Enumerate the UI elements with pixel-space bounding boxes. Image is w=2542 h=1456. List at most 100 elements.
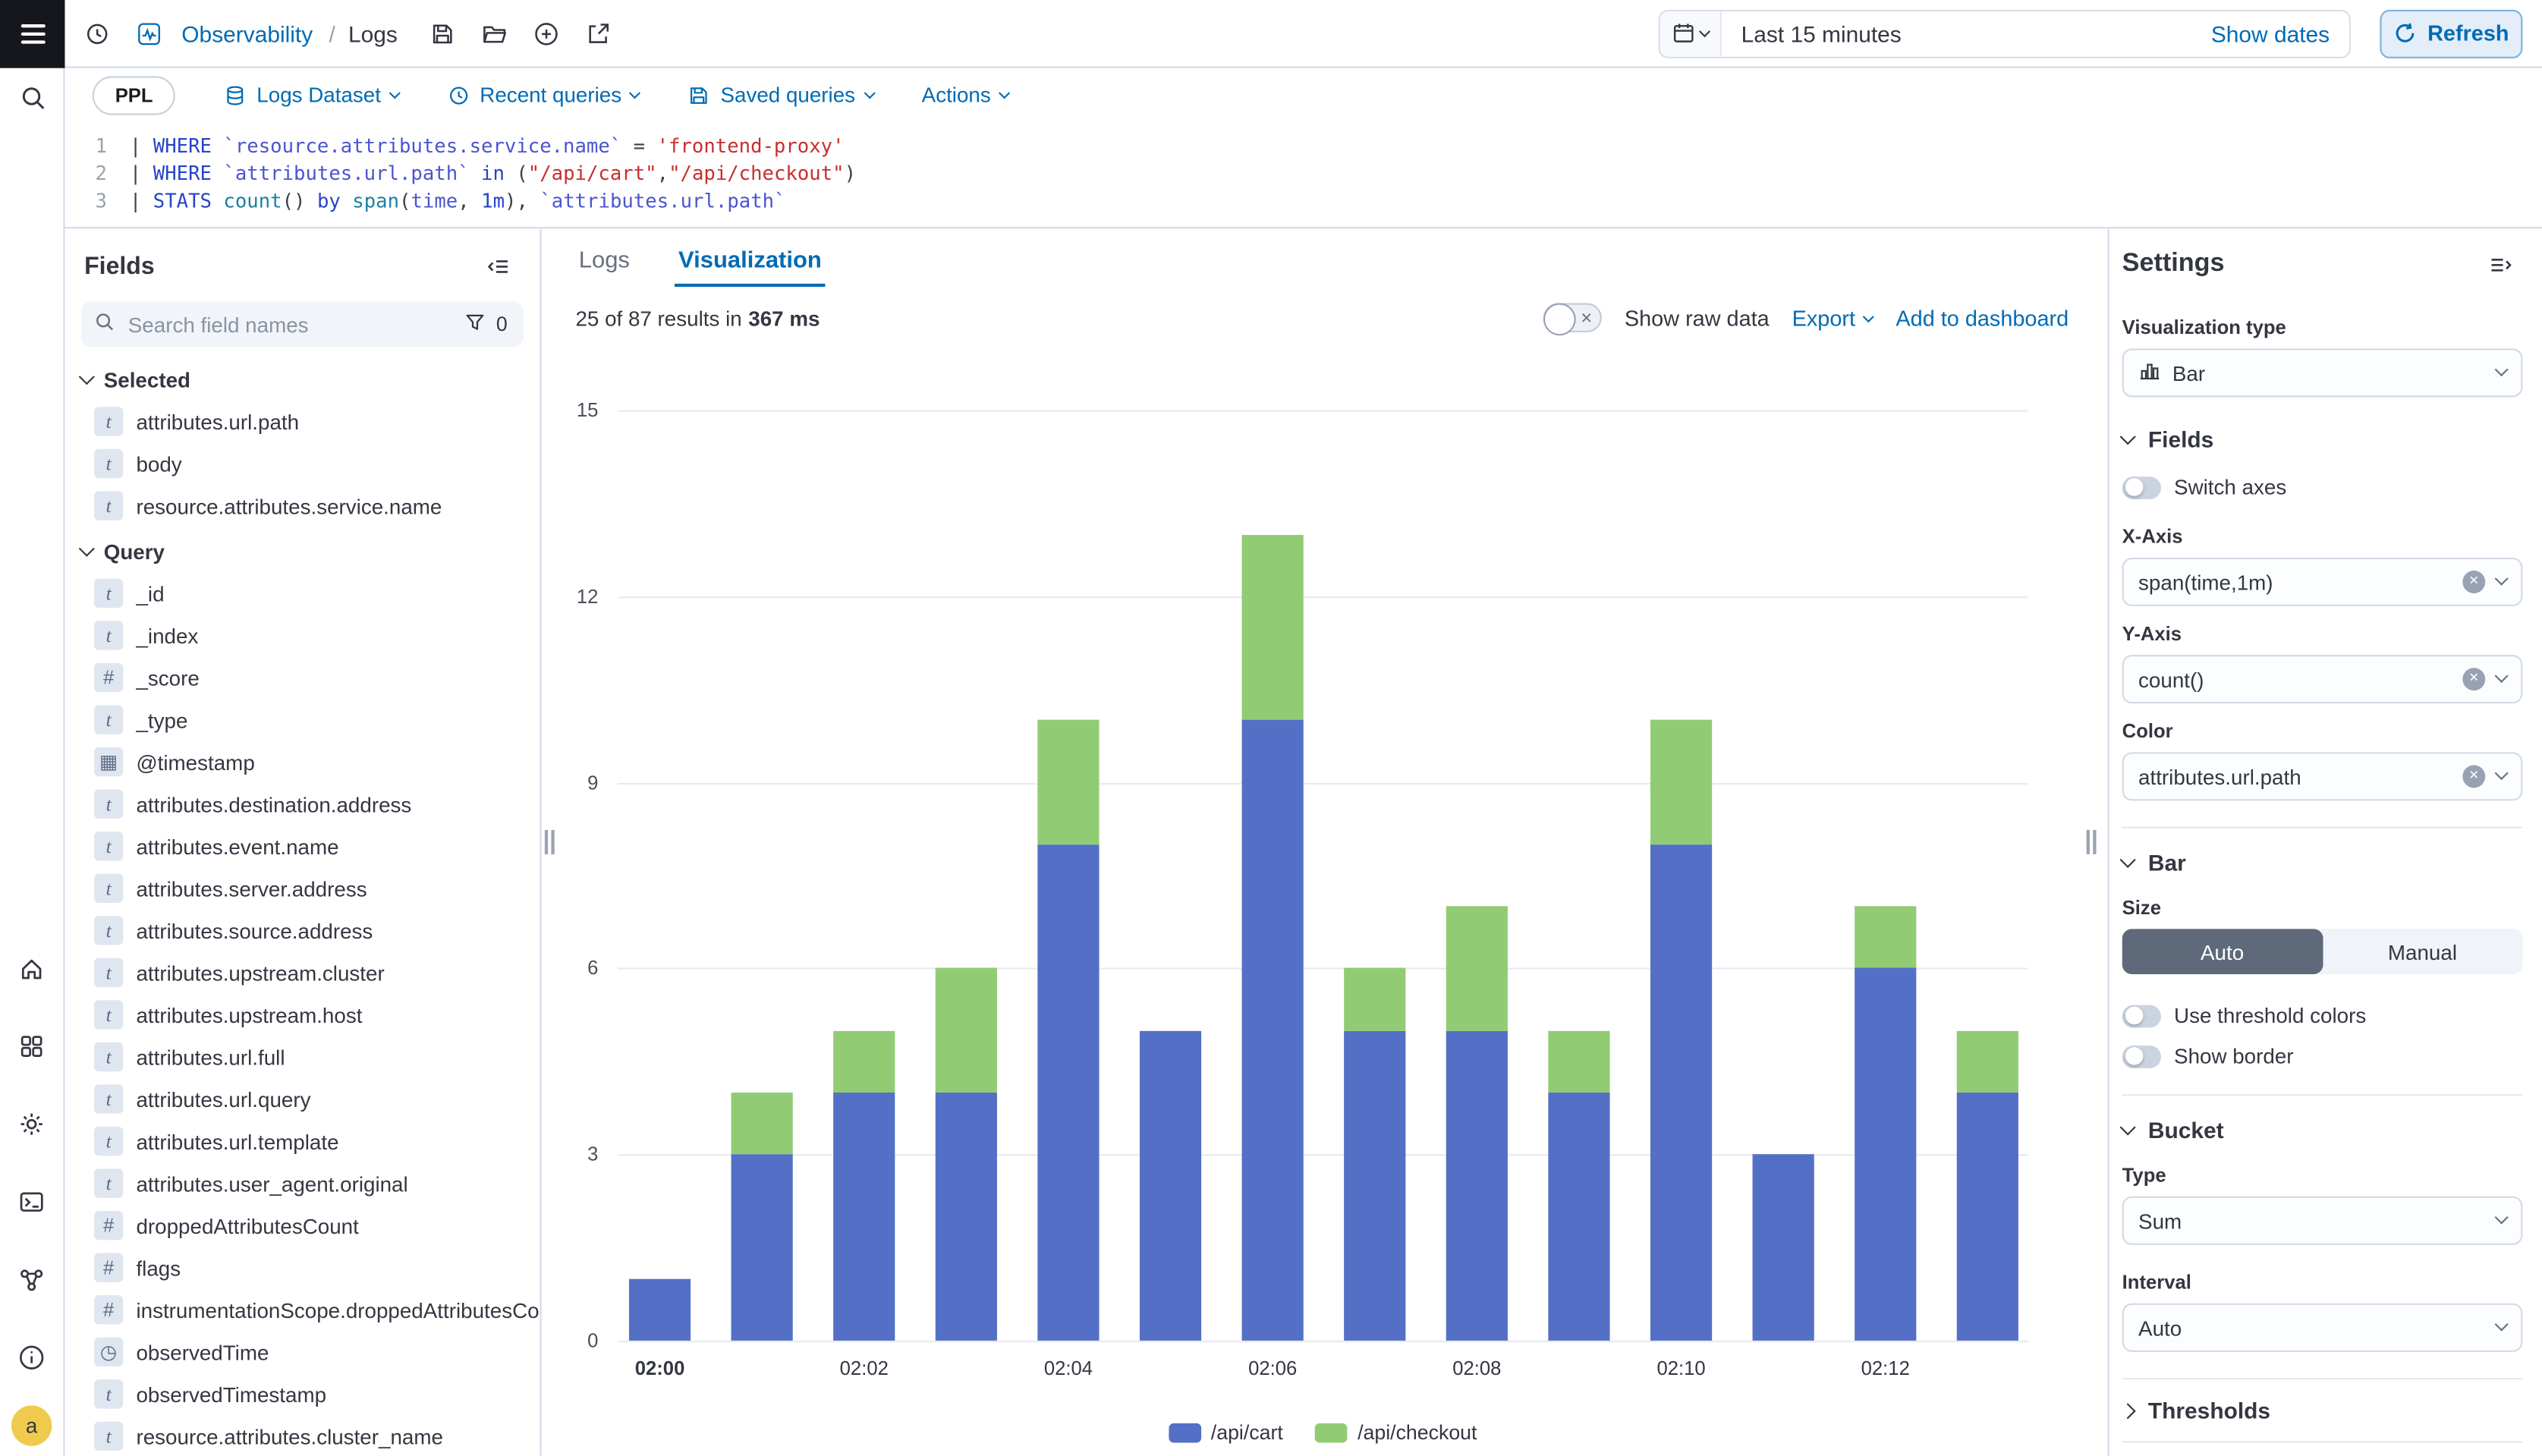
switch-axes-toggle[interactable] bbox=[2122, 476, 2161, 498]
console-icon[interactable] bbox=[0, 1172, 64, 1231]
legend-item[interactable]: /api/cart bbox=[1169, 1422, 1283, 1445]
bucket-interval-select[interactable]: Auto bbox=[2122, 1303, 2523, 1352]
bar-segment[interactable] bbox=[936, 1093, 997, 1341]
clear-icon[interactable] bbox=[2462, 668, 2485, 690]
viz-type-select[interactable]: Bar bbox=[2122, 348, 2523, 397]
home-icon[interactable] bbox=[0, 939, 64, 997]
editor-line[interactable]: 1| WHERE `resource.attributes.service.na… bbox=[64, 133, 2542, 160]
bar-segment[interactable] bbox=[1855, 968, 1916, 1341]
bar-segment[interactable] bbox=[1957, 1030, 2018, 1093]
bar-segment[interactable] bbox=[936, 968, 997, 1093]
bar-segment[interactable] bbox=[1650, 720, 1712, 844]
apps-icon[interactable] bbox=[0, 1017, 64, 1075]
field-item[interactable]: ▦@timestamp bbox=[74, 741, 530, 783]
field-item[interactable]: #instrumentationScope.droppedAttributesC… bbox=[74, 1289, 530, 1332]
dataset-selector[interactable]: Logs Dataset bbox=[225, 83, 399, 107]
field-item[interactable]: tattributes.url.path bbox=[74, 401, 530, 443]
field-item[interactable]: tattributes.source.address bbox=[74, 910, 530, 952]
field-item[interactable]: t_type bbox=[74, 699, 530, 741]
query-language-pill[interactable]: PPL bbox=[93, 75, 176, 114]
size-auto-button[interactable]: Auto bbox=[2122, 929, 2323, 974]
settings-resize-handle[interactable] bbox=[2087, 830, 2097, 854]
bar-segment[interactable] bbox=[731, 1093, 793, 1155]
size-manual-button[interactable]: Manual bbox=[2323, 929, 2523, 974]
accordion-bucket[interactable]: Bucket bbox=[2122, 1117, 2523, 1143]
bar-segment[interactable] bbox=[1242, 720, 1304, 1341]
field-item[interactable]: tresource.attributes.cluster_name bbox=[74, 1415, 530, 1455]
field-item[interactable]: tattributes.upstream.cluster bbox=[74, 951, 530, 994]
field-item[interactable]: tattributes.url.template bbox=[74, 1120, 530, 1162]
add-to-dashboard-button[interactable]: Add to dashboard bbox=[1895, 306, 2069, 330]
field-item[interactable]: tattributes.server.address bbox=[74, 867, 530, 910]
field-item[interactable]: tattributes.event.name bbox=[74, 825, 530, 867]
user-avatar[interactable]: a bbox=[11, 1405, 52, 1445]
collapse-settings-panel-icon[interactable] bbox=[2478, 241, 2523, 287]
tab-visualization[interactable]: Visualization bbox=[675, 241, 825, 287]
info-icon[interactable] bbox=[0, 1328, 64, 1386]
bar-segment[interactable] bbox=[629, 1278, 691, 1341]
accordion-axes[interactable]: Axes bbox=[2122, 1442, 2523, 1455]
bar-segment[interactable] bbox=[1548, 1030, 1609, 1093]
bar-segment[interactable] bbox=[731, 1155, 793, 1341]
query-editor[interactable]: 1| WHERE `resource.attributes.service.na… bbox=[64, 121, 2542, 228]
search-icon[interactable] bbox=[0, 68, 64, 127]
bar-segment[interactable] bbox=[1140, 1030, 1201, 1341]
recent-items-icon[interactable] bbox=[74, 11, 120, 56]
accordion-thresholds[interactable]: Thresholds bbox=[2122, 1379, 2523, 1441]
filter-icon[interactable] bbox=[464, 310, 486, 338]
tab-logs[interactable]: Logs bbox=[575, 241, 633, 287]
field-item[interactable]: tbody bbox=[74, 442, 530, 485]
bucket-type-select[interactable]: Sum bbox=[2122, 1197, 2523, 1245]
field-item[interactable]: t_index bbox=[74, 615, 530, 657]
accordion-fields[interactable]: Fields bbox=[2122, 426, 2523, 452]
field-item[interactable]: tresource.attributes.service.name bbox=[74, 485, 530, 527]
field-item[interactable]: ◷observedTime bbox=[74, 1331, 530, 1373]
field-item[interactable]: tattributes.user_agent.original bbox=[74, 1162, 530, 1205]
bar-segment[interactable] bbox=[1037, 720, 1099, 844]
menu-icon[interactable] bbox=[0, 0, 64, 68]
field-group-header[interactable]: Selected bbox=[74, 355, 530, 401]
calendar-icon[interactable] bbox=[1660, 11, 1722, 56]
recent-queries-button[interactable]: Recent queries bbox=[448, 83, 640, 107]
show-border-toggle[interactable] bbox=[2122, 1045, 2161, 1068]
bar-segment[interactable] bbox=[1957, 1093, 2018, 1341]
bar-segment[interactable] bbox=[1242, 534, 1304, 720]
field-item[interactable]: tattributes.url.full bbox=[74, 1036, 530, 1078]
date-range-value[interactable]: Last 15 minutes bbox=[1722, 20, 2191, 46]
clear-icon[interactable] bbox=[2462, 765, 2485, 788]
bar-segment[interactable] bbox=[1753, 1155, 1814, 1341]
open-folder-icon[interactable] bbox=[472, 11, 518, 56]
field-item[interactable]: tattributes.url.query bbox=[74, 1078, 530, 1121]
color-field-select[interactable]: attributes.url.path bbox=[2122, 752, 2523, 800]
bar-segment[interactable] bbox=[1446, 1030, 1508, 1341]
field-item[interactable]: #_score bbox=[74, 656, 530, 699]
integrations-icon[interactable] bbox=[0, 1250, 64, 1308]
export-button[interactable]: Export bbox=[1792, 306, 1873, 330]
bar-segment[interactable] bbox=[833, 1093, 895, 1341]
gear-icon[interactable] bbox=[0, 1094, 64, 1153]
bar-segment[interactable] bbox=[1446, 907, 1508, 1031]
add-icon[interactable] bbox=[524, 11, 569, 56]
breadcrumb-observability[interactable]: Observability bbox=[181, 20, 313, 46]
share-icon[interactable] bbox=[576, 11, 621, 56]
fields-resize-handle[interactable] bbox=[545, 830, 555, 854]
field-item[interactable]: #flags bbox=[74, 1247, 530, 1289]
bar-segment[interactable] bbox=[1650, 844, 1712, 1341]
accordion-bar[interactable]: Bar bbox=[2122, 850, 2523, 876]
save-icon[interactable] bbox=[420, 11, 466, 56]
bar-segment[interactable] bbox=[1855, 907, 1916, 969]
collapse-fields-panel-icon[interactable] bbox=[475, 243, 521, 288]
field-item[interactable]: tobservedTimestamp bbox=[74, 1373, 530, 1416]
refresh-button[interactable]: Refresh bbox=[2380, 9, 2522, 58]
field-item[interactable]: tattributes.upstream.host bbox=[74, 994, 530, 1036]
field-search[interactable]: 0 bbox=[81, 301, 524, 347]
field-search-input[interactable] bbox=[125, 310, 455, 338]
bar-segment[interactable] bbox=[1548, 1093, 1609, 1341]
show-dates-button[interactable]: Show dates bbox=[2191, 20, 2349, 46]
x-axis-field-select[interactable]: span(time,1m) bbox=[2122, 558, 2523, 606]
editor-line[interactable]: 3| STATS count() by span(time, 1m), `att… bbox=[64, 188, 2542, 215]
field-item[interactable]: t_id bbox=[74, 572, 530, 615]
bar-segment[interactable] bbox=[833, 1030, 895, 1093]
legend-item[interactable]: /api/checkout bbox=[1316, 1422, 1477, 1445]
actions-button[interactable]: Actions bbox=[922, 83, 1009, 107]
